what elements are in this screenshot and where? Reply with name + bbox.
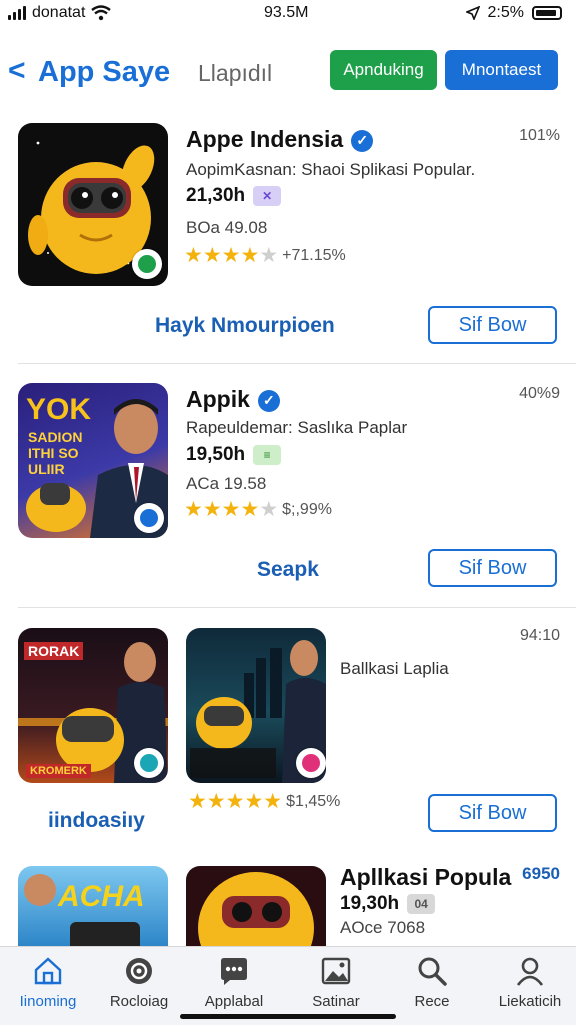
home-icon: [34, 957, 62, 985]
tab-gallery[interactable]: Satinar: [288, 955, 384, 1010]
app-icon-city[interactable]: [186, 628, 326, 783]
size-badge: ≡: [253, 444, 282, 465]
battery-percent: 2:5%: [487, 4, 524, 21]
divider: [18, 607, 576, 608]
app-icon-rorak[interactable]: RORAK KROMERK: [18, 628, 168, 783]
tab-label: Iinoming: [19, 993, 77, 1010]
app-meta: ACa 19.58: [186, 474, 267, 493]
tab-label: Rocloiag: [109, 993, 169, 1010]
blue-action-button[interactable]: Mnontaest: [445, 50, 558, 90]
tab-label: Satinar: [312, 993, 360, 1010]
app-description: AopimKasnan: Shaoi Splikasi Popular.: [186, 160, 476, 179]
app-meta: BOa 49.08: [186, 218, 268, 237]
rating-stars: ★★★★★ $1,45%: [188, 789, 340, 814]
home-indicator: [180, 1014, 396, 1019]
app-title: Appik ✓: [186, 386, 280, 413]
app-meta: AOce 7068: [340, 918, 426, 937]
app-icon-acha[interactable]: ACHA: [18, 866, 168, 946]
verified-icon: ✓: [257, 389, 280, 412]
app-percent: 94:10: [519, 627, 560, 644]
tile-acha-text: ACHA: [58, 880, 145, 913]
star-icon: ★★★★: [184, 244, 260, 267]
app-icon-appik[interactable]: YOK SADION ITHI SO ULIIR: [18, 383, 168, 538]
app-icon-mascot[interactable]: [186, 866, 326, 946]
app-percent: 6950: [522, 864, 560, 883]
developer-link[interactable]: iindoasiıy: [48, 809, 145, 833]
rating-stars: ★★★★ ★ $;,99%: [184, 497, 332, 522]
icon-badge: [134, 748, 164, 778]
app-size: 19,50h ≡: [186, 444, 282, 466]
app-size: 21,30h ✕: [186, 185, 282, 207]
status-bar: donatat 93.5M 2:5%: [0, 0, 576, 28]
tab-label: Liekaticih: [498, 993, 562, 1010]
tab-search[interactable]: Rece: [384, 955, 480, 1010]
app-title: Apllkasi Popula: [340, 864, 512, 890]
tile-headline-text: SADION ITHI SO ULIIR: [28, 429, 83, 477]
icon-badge: [296, 748, 326, 778]
get-button[interactable]: Sif Bow: [428, 549, 557, 587]
status-right: 2:5%: [465, 4, 562, 22]
app-percent: 40%9: [519, 385, 560, 402]
signal-icon: [8, 6, 26, 20]
verified-icon: ✓: [351, 129, 374, 152]
get-button[interactable]: Sif Bow: [428, 306, 557, 344]
wifi-icon: [91, 5, 112, 21]
battery-icon: [532, 6, 562, 20]
tab-home[interactable]: Iinoming: [0, 955, 96, 1010]
star-icon: ★★★★: [184, 498, 260, 521]
rating-value: $;,99%: [282, 500, 332, 518]
gallery-icon: [321, 957, 351, 985]
rating-stars: ★★★★ ★ +71.15%: [184, 243, 346, 268]
chat-icon: [221, 958, 247, 985]
star-empty-icon: ★: [259, 244, 279, 267]
search-icon: [418, 957, 447, 986]
page-title: App Saye: [38, 56, 171, 88]
status-time: 93.5M: [264, 4, 309, 21]
size-badge: ✕: [253, 185, 282, 206]
tab-profile[interactable]: Liekaticih: [482, 955, 576, 1010]
tab-label: Applabal: [204, 993, 264, 1010]
tab-chat[interactable]: Applabal: [186, 955, 282, 1010]
location-arrow-icon: [465, 6, 480, 20]
icon-badge: [132, 249, 162, 279]
tile-yok-text: YOK: [26, 393, 92, 426]
settings-icon: [126, 958, 152, 984]
page-subtitle: Llapıdıl: [198, 60, 273, 86]
back-chevron-icon[interactable]: <: [8, 54, 26, 88]
icon-badge: [134, 503, 164, 533]
app-title: Appe Indensia ✓: [186, 126, 374, 153]
get-button[interactable]: Sif Bow: [428, 794, 557, 832]
tab-label: Rece: [414, 993, 450, 1010]
tile-rorak-text: RORAK: [24, 642, 84, 660]
profile-icon: [516, 957, 544, 986]
tab-settings[interactable]: Rocloiag: [91, 955, 187, 1010]
app-description: Rapeuldemar: Saslıka Paplar: [186, 418, 408, 437]
tile-kromerk-text: KROMERK: [26, 764, 91, 778]
app-icon-appe-indensia[interactable]: [18, 123, 168, 286]
rating-value: +71.15%: [282, 246, 346, 264]
app-size: 19,30h 04: [340, 893, 436, 915]
divider: [18, 363, 576, 364]
app-description: Ballkasi Laplia: [340, 659, 449, 678]
mascot-illustration: [198, 872, 314, 946]
size-badge: 04: [407, 893, 436, 914]
developer-link[interactable]: Hayk Nmourpioen: [155, 314, 335, 338]
green-action-button[interactable]: Apnduking: [330, 50, 437, 90]
developer-link[interactable]: Seapk: [257, 558, 319, 582]
star-empty-icon: ★: [259, 498, 279, 521]
nav-bar: < App Saye Llapıdıl Apnduking Mnontaest: [0, 48, 576, 94]
carrier-info: donatat: [8, 4, 112, 22]
app-percent: 101%: [519, 127, 560, 144]
carrier-name: donatat: [32, 4, 86, 21]
rating-value: $1,45%: [286, 792, 341, 810]
star-icon: ★★★★★: [188, 790, 283, 813]
